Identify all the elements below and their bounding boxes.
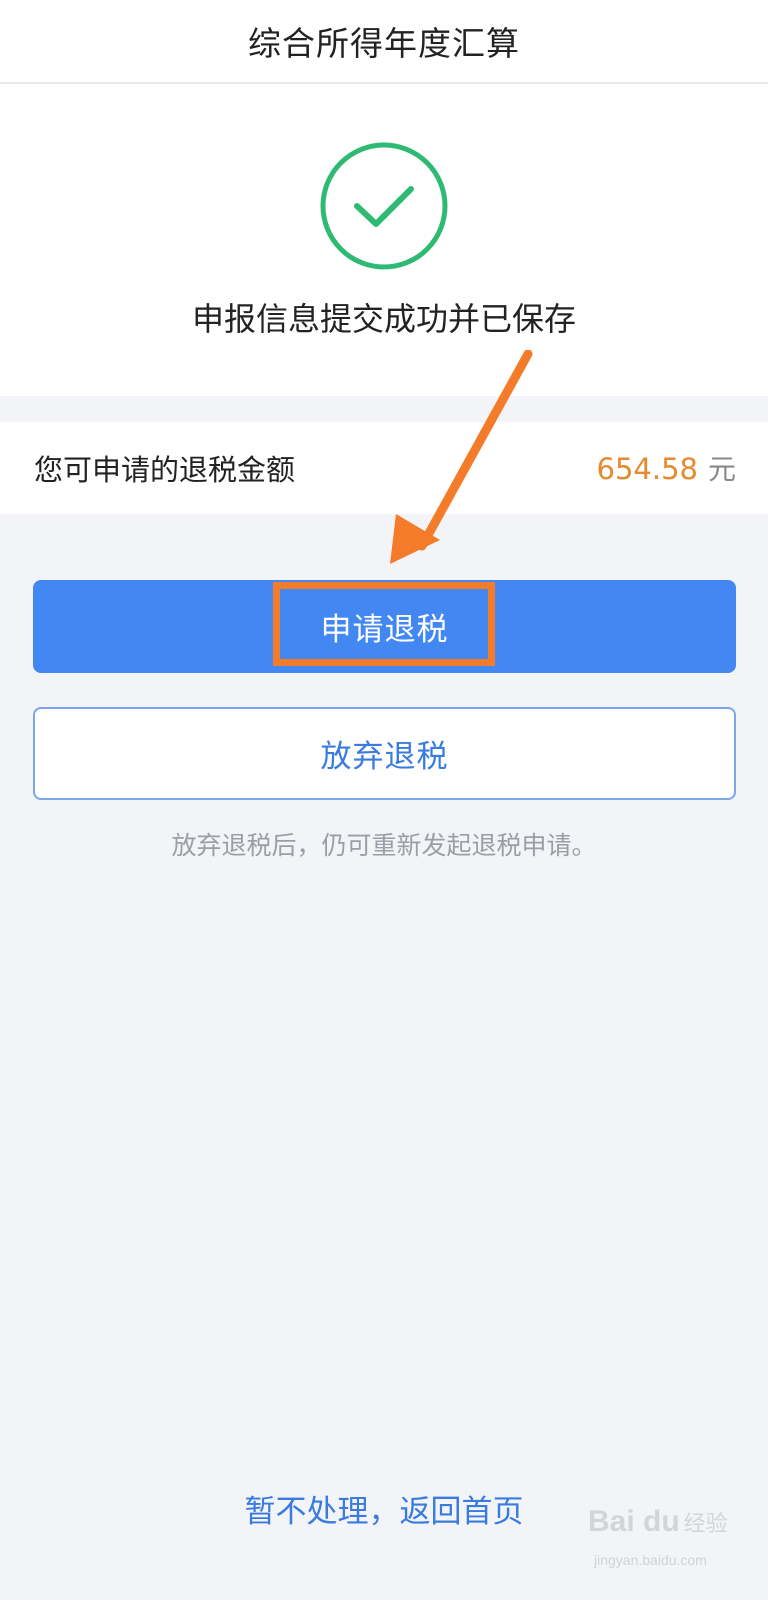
- give-up-hint: 放弃退税后，仍可重新发起退税申请。: [171, 831, 597, 860]
- top-header: 综合所得年度汇算: [0, 0, 768, 84]
- refund-amount-row: 您可申请的退税金额 654.58 元: [0, 422, 768, 514]
- refund-amount-value-group: 654.58 元: [597, 448, 737, 488]
- success-panel: 申报信息提交成功并已保存: [0, 84, 768, 396]
- watermark-sub: 经验: [683, 1512, 728, 1537]
- apply-refund-button[interactable]: 申请退税: [33, 580, 736, 673]
- refund-amount-value: 654.58: [596, 452, 698, 486]
- apply-refund-label: 申请退税: [320, 612, 449, 647]
- check-circle-icon: [320, 142, 448, 270]
- refund-amount-label: 您可申请的退税金额: [34, 453, 296, 487]
- give-up-refund-button[interactable]: 放弃退税: [33, 707, 736, 800]
- watermark-logo: Bai du: [588, 1505, 680, 1538]
- watermark-url: jingyan.baidu.com: [594, 1552, 707, 1568]
- page-title: 综合所得年度汇算: [248, 24, 520, 63]
- refund-amount-unit: 元: [707, 453, 736, 486]
- success-message: 申报信息提交成功并已保存: [191, 300, 576, 338]
- give-up-refund-label: 放弃退税: [320, 739, 449, 774]
- baidu-jingyan-watermark: Bai du 经验: [588, 1492, 738, 1552]
